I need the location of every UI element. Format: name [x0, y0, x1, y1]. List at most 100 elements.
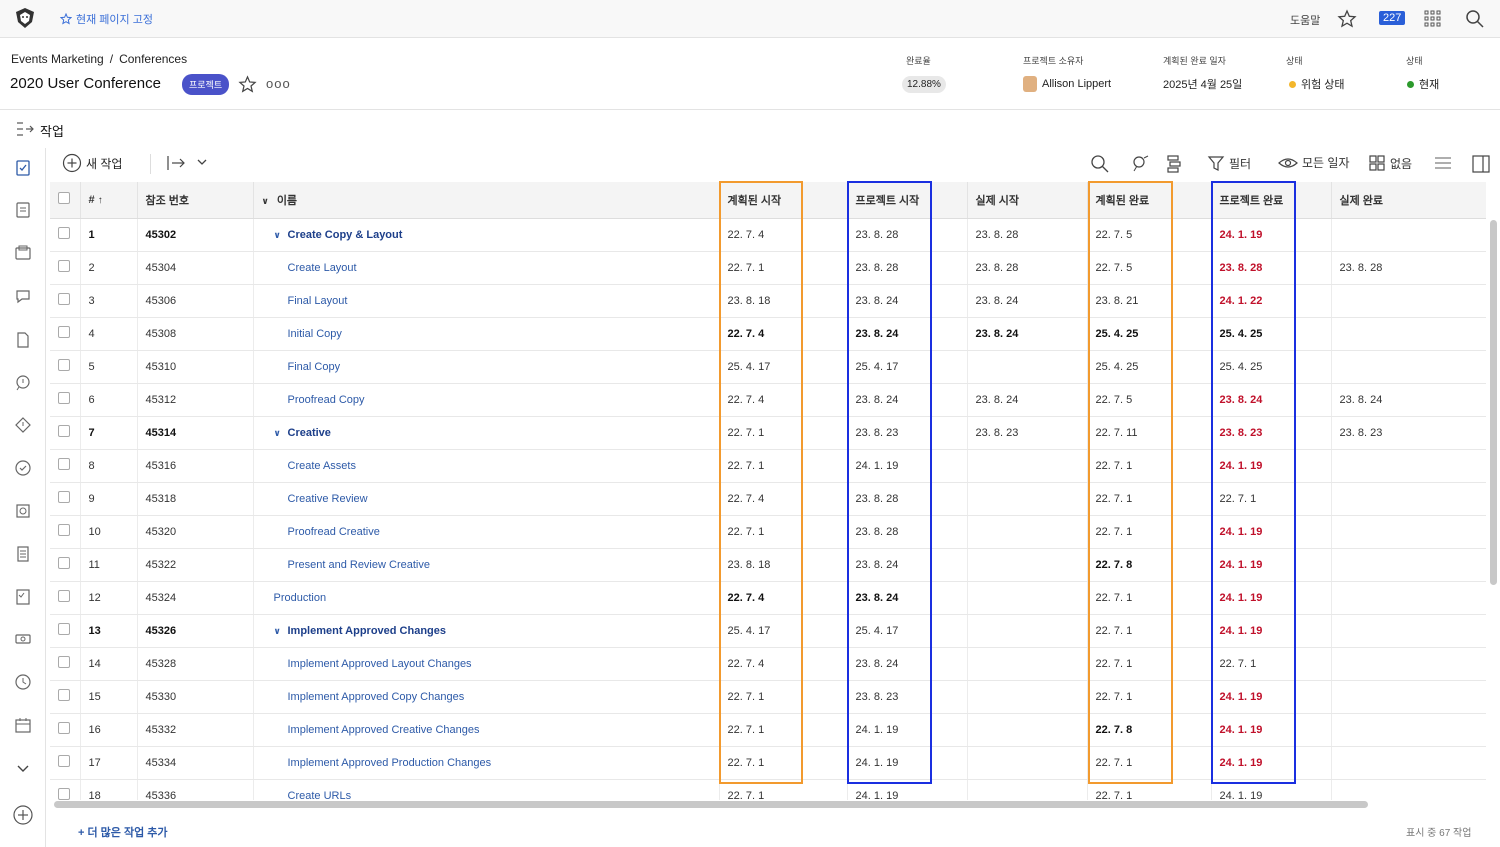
- timesheets-icon[interactable]: [14, 545, 32, 563]
- favorite-star-icon[interactable]: [238, 75, 257, 94]
- row-task-name[interactable]: Creative Review: [253, 482, 720, 516]
- notifications-badge[interactable]: 227: [1379, 11, 1406, 25]
- row-number[interactable]: 11: [80, 548, 138, 582]
- row-actual-end[interactable]: [1331, 317, 1486, 351]
- row-actual-end[interactable]: [1331, 449, 1486, 483]
- row-task-name[interactable]: Final Copy: [253, 350, 720, 384]
- checklist-icon[interactable]: [14, 588, 32, 606]
- row-actual-start[interactable]: 23. 8. 23: [967, 416, 1088, 450]
- add-circle-icon[interactable]: [12, 804, 34, 826]
- row-actual-end[interactable]: [1331, 680, 1486, 714]
- row-actual-end[interactable]: [1331, 350, 1486, 384]
- row-checkbox[interactable]: [50, 449, 81, 483]
- new-task-button[interactable]: 새 작업: [62, 153, 122, 173]
- panel-toggle-icon[interactable]: [1471, 154, 1491, 174]
- row-checkbox[interactable]: [50, 416, 81, 450]
- row-task-name[interactable]: Initial Copy: [253, 317, 720, 351]
- row-actual-start[interactable]: [967, 713, 1088, 747]
- row-task-name[interactable]: Present and Review Creative: [253, 548, 720, 582]
- row-actual-end[interactable]: [1331, 515, 1486, 549]
- row-actual-end[interactable]: [1331, 548, 1486, 582]
- row-reference-number[interactable]: 45328: [137, 647, 254, 681]
- row-task-name[interactable]: Create Assets: [253, 449, 720, 483]
- row-task-name[interactable]: Proofread Creative: [253, 515, 720, 549]
- row-actual-start[interactable]: 23. 8. 24: [967, 383, 1088, 417]
- row-actual-start[interactable]: [967, 614, 1088, 648]
- row-number[interactable]: 18: [80, 779, 138, 800]
- row-task-name[interactable]: Create Layout: [253, 251, 720, 285]
- row-checkbox[interactable]: [50, 218, 81, 252]
- col-header-ref[interactable]: 참조 번호: [137, 182, 254, 219]
- row-actual-start[interactable]: [967, 647, 1088, 681]
- row-number[interactable]: 7: [80, 416, 138, 450]
- tasks-collapse-icon[interactable]: [15, 120, 35, 138]
- row-actual-end[interactable]: [1331, 779, 1486, 800]
- row-task-name[interactable]: Implement Approved Production Changes: [253, 746, 720, 780]
- board-icon[interactable]: [14, 244, 32, 262]
- row-checkbox[interactable]: [50, 251, 81, 285]
- row-actual-end[interactable]: [1331, 647, 1486, 681]
- row-reference-number[interactable]: 45302: [137, 218, 254, 252]
- row-number[interactable]: 15: [80, 680, 138, 714]
- move-icon[interactable]: [165, 154, 187, 172]
- row-actual-end[interactable]: [1331, 713, 1486, 747]
- row-actual-end[interactable]: [1331, 746, 1486, 780]
- updates-icon[interactable]: [14, 287, 32, 305]
- row-actual-start[interactable]: [967, 515, 1088, 549]
- approvals-icon[interactable]: [14, 459, 32, 477]
- select-all-checkbox[interactable]: [50, 182, 81, 219]
- row-actual-start[interactable]: [967, 350, 1088, 384]
- row-number[interactable]: 13: [80, 614, 138, 648]
- row-actual-end[interactable]: [1331, 614, 1486, 648]
- help-link[interactable]: 도움말: [1290, 12, 1320, 28]
- issues-icon[interactable]: [14, 374, 32, 392]
- row-checkbox[interactable]: [50, 746, 81, 780]
- meta-status-value[interactable]: 현재: [1407, 76, 1439, 92]
- row-reference-number[interactable]: 45308: [137, 317, 254, 351]
- row-task-name[interactable]: Implement Approved Creative Changes: [253, 713, 720, 747]
- meta-condition-value[interactable]: 위험 상태: [1289, 76, 1345, 92]
- row-task-name[interactable]: Implement Approved Layout Changes: [253, 647, 720, 681]
- row-actual-start[interactable]: [967, 482, 1088, 516]
- row-checkbox[interactable]: [50, 548, 81, 582]
- hours-clock-icon[interactable]: [14, 673, 32, 691]
- row-number[interactable]: 5: [80, 350, 138, 384]
- all-dates-button[interactable]: 모든 일자: [1278, 154, 1350, 171]
- row-actual-start[interactable]: 23. 8. 28: [967, 218, 1088, 252]
- row-task-name[interactable]: Proofread Copy: [253, 383, 720, 417]
- row-checkbox[interactable]: [50, 350, 81, 384]
- row-checkbox[interactable]: [50, 284, 81, 318]
- row-reference-number[interactable]: 45320: [137, 515, 254, 549]
- row-reference-number[interactable]: 45310: [137, 350, 254, 384]
- chevron-down-icon[interactable]: [14, 759, 32, 777]
- row-actual-end[interactable]: [1331, 218, 1486, 252]
- more-options-icon[interactable]: ooo: [266, 76, 291, 91]
- expenses-icon[interactable]: [14, 630, 32, 648]
- row-reference-number[interactable]: 45322: [137, 548, 254, 582]
- hierarchy-icon[interactable]: [1165, 154, 1183, 174]
- row-checkbox[interactable]: [50, 680, 81, 714]
- row-reference-number[interactable]: 45336: [137, 779, 254, 800]
- row-actual-start[interactable]: [967, 548, 1088, 582]
- favorites-star-icon[interactable]: [1337, 9, 1357, 29]
- row-actual-start[interactable]: [967, 680, 1088, 714]
- row-number[interactable]: 3: [80, 284, 138, 318]
- overview-icon[interactable]: [14, 201, 32, 219]
- row-number[interactable]: 16: [80, 713, 138, 747]
- breadcrumb-portfolio[interactable]: Events Marketing: [11, 52, 104, 66]
- row-actual-start[interactable]: [967, 746, 1088, 780]
- row-reference-number[interactable]: 45312: [137, 383, 254, 417]
- row-reference-number[interactable]: 45324: [137, 581, 254, 615]
- row-task-name[interactable]: ∨ Creative: [253, 416, 720, 450]
- row-reference-number[interactable]: 45316: [137, 449, 254, 483]
- row-reference-number[interactable]: 45330: [137, 680, 254, 714]
- documents-icon[interactable]: [14, 331, 32, 349]
- row-number[interactable]: 8: [80, 449, 138, 483]
- row-task-name[interactable]: Production: [253, 581, 720, 615]
- expand-chevron-icon[interactable]: ∨: [274, 626, 284, 637]
- breadcrumb-program[interactable]: Conferences: [119, 52, 187, 66]
- row-checkbox[interactable]: [50, 614, 81, 648]
- row-task-name[interactable]: Implement Approved Copy Changes: [253, 680, 720, 714]
- row-number[interactable]: 9: [80, 482, 138, 516]
- row-actual-start[interactable]: [967, 581, 1088, 615]
